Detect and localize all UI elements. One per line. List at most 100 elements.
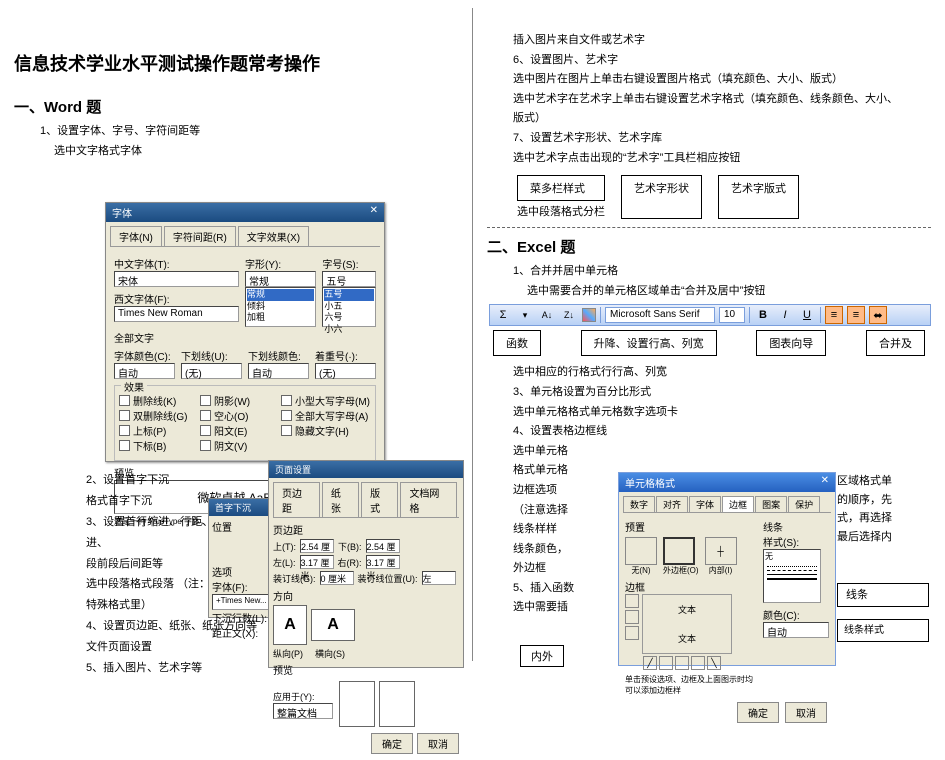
preset-inside[interactable]: ┼ [705,537,737,565]
chart-wizard-icon[interactable] [582,308,596,322]
underline-select[interactable]: (无) [181,363,242,379]
margin-left[interactable]: 3.17 厘米 [300,555,334,569]
cn-font-label: 中文字体(T): [114,256,239,271]
r4: 选中艺术字在艺术字上单击右键设置艺术字格式（填充颜色、线条颜色、大小、 [513,91,931,109]
word-font-dialog: 字体 ✕ 字体(N) 字符间距(R) 文字效果(X) 中文字体(T): 宋体 西… [105,202,385,462]
close-icon[interactable]: ✕ [821,475,829,490]
margin-bottom[interactable]: 2.54 厘米 [366,539,400,553]
bold-icon[interactable]: B [754,306,772,324]
color-select[interactable]: 自动 [114,363,175,379]
dropcap-font[interactable]: +Times New... [212,594,274,610]
underline-icon[interactable]: U [798,306,816,324]
border-top-btn[interactable] [625,594,639,608]
orient-landscape[interactable]: A [311,609,355,641]
chk-hidden[interactable]: 隐藏文字(H) [281,423,371,438]
callout-merge: 合并及 [866,330,925,356]
orient-portrait[interactable]: A [273,605,307,645]
size-list[interactable]: 五号 小五 六号 小六 [322,287,376,327]
italic-icon[interactable]: I [776,306,794,324]
tab-layout[interactable]: 版式 [361,482,398,517]
tab-pattern[interactable]: 图案 [755,496,787,512]
cn-font-input[interactable]: 宋体 [114,271,239,287]
ucolor-select[interactable]: 自动 [248,363,309,379]
align-left-icon[interactable]: ≡ [825,306,843,324]
gutter-pos[interactable]: 左 [422,571,456,585]
tab-margins[interactable]: 页边距 [273,482,320,517]
chk-shadow[interactable]: 阴影(W) [200,393,275,408]
sort-desc-icon[interactable]: Z↓ [560,306,578,324]
tab-align[interactable]: 对齐 [656,496,688,512]
preset-outline[interactable] [663,537,695,565]
margin-right[interactable]: 3.17 厘米 [366,555,400,569]
tab-effects[interactable]: 文字效果(X) [238,226,309,246]
font-select[interactable]: Microsoft Sans Serif [605,307,715,323]
r6: 选中艺术字点击出现的“艺术字”工具栏相应按钮 [513,150,931,168]
callout-wordart-layout: 艺术字版式 [718,175,799,219]
chk-dstrike[interactable]: 双删除线(G) [119,408,194,423]
r4b: 版式） [513,110,931,128]
callout-inout: 内外 [520,645,564,667]
section-2-heading: 二、Excel 题 [487,236,931,257]
cancel-button[interactable]: 取消 [417,733,459,754]
size-select[interactable]: 10 [719,307,745,323]
sort-asc-icon[interactable]: A↓ [538,306,556,324]
e2: 选中相应的行格式行行高、列宽 [513,364,931,382]
border-mid-btn[interactable] [625,610,639,624]
callout-line-style: 线条样式 [837,619,929,642]
en-font-input[interactable]: Times New Roman [114,306,239,322]
callout-sort-rowcol: 升降、设置行高、列宽 [581,330,717,356]
chk-strike[interactable]: 删除线(K) [119,393,194,408]
line-style-list[interactable]: 无 [763,549,821,603]
border-diag2-btn[interactable]: ╲ [707,656,721,670]
close-icon[interactable]: ✕ [370,205,378,220]
chk-smallcaps[interactable]: 小型大写字母(M) [281,393,371,408]
chk-allcaps[interactable]: 全部大写字母(A) [281,408,371,423]
border-bot-btn[interactable] [625,626,639,640]
callout-chart-wizard: 图表向导 [756,330,826,356]
line-color-select[interactable]: 自动 [763,622,829,638]
margin-top[interactable]: 2.54 厘米 [300,539,334,553]
r2: 6、设置图片、艺术字 [513,52,931,70]
ok-button[interactable]: 确定 [737,702,779,723]
tab-number[interactable]: 数字 [623,496,655,512]
effects-label: 效果 [121,379,147,394]
align-center-icon[interactable]: ≡ [847,306,865,324]
tab-font-x[interactable]: 字体 [689,496,721,512]
style-list[interactable]: 常规 倾斜 加粗 [245,287,316,327]
tab-border-x[interactable]: 边框 [722,496,754,512]
section-1-heading: 一、Word 题 [14,96,458,117]
border-diag1-btn[interactable]: ╱ [643,656,657,670]
e3: 3、单元格设置为百分比形式 [513,384,931,402]
excel-toolbar: Σ ▾ A↓ Z↓ Microsoft Sans Serif 10 B I U … [489,304,931,326]
chk-super[interactable]: 上标(P) [119,423,194,438]
chk-outline[interactable]: 空心(O) [200,408,275,423]
chk-sub[interactable]: 下标(B) [119,438,194,453]
tab-spacing[interactable]: 字符间距(R) [164,226,236,246]
pagesetup-title: 页面设置 [275,463,311,476]
tab-paper[interactable]: 纸张 [322,482,359,517]
en-font-label: 西文字体(F): [114,291,239,306]
tab-protect[interactable]: 保护 [788,496,820,512]
excel-dialog-title: 单元格格式 [625,475,675,490]
cancel-button[interactable]: 取消 [785,702,827,723]
chk-emboss[interactable]: 阳文(E) [200,423,275,438]
border-right-btn[interactable] [691,656,705,670]
callout-columns: 菜多栏样式 [517,175,605,201]
border-left-btn[interactable] [659,656,673,670]
border-vmid-btn[interactable] [675,656,689,670]
tab-font[interactable]: 字体(N) [110,226,162,246]
sigma-icon[interactable]: Σ [494,306,512,324]
ok-button[interactable]: 确定 [371,733,413,754]
merge-center-icon[interactable]: ⬌ [869,306,887,324]
callout-wordart-shape: 艺术字形状 [621,175,702,219]
preset-none[interactable] [625,537,657,565]
item-1-sub: 选中文字格式字体 [54,143,458,161]
tab-grid[interactable]: 文档网格 [400,482,457,517]
gutter[interactable]: 0 厘米 [320,571,354,585]
style-input[interactable]: 常规 [245,271,316,287]
apply-select[interactable]: 整篇文档 [273,703,333,719]
emph-select[interactable]: (无) [315,363,376,379]
size-label: 字号(S): [322,256,376,271]
size-input[interactable]: 五号 [322,271,376,287]
chk-engrave[interactable]: 阴文(V) [200,438,275,453]
